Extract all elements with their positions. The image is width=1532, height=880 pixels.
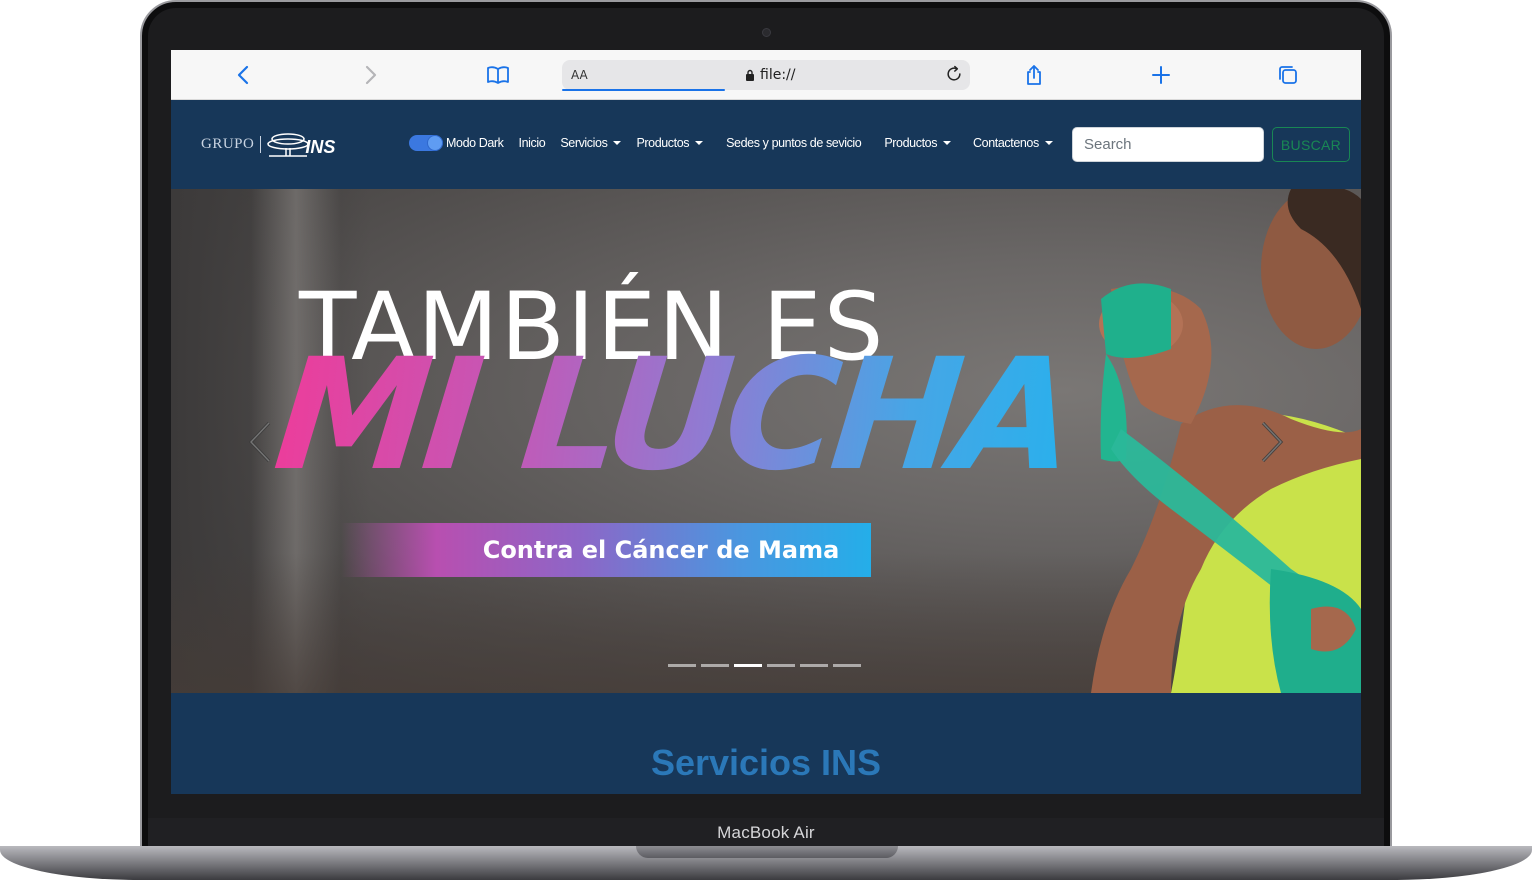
hero-title-line2: MI LUCHA <box>267 326 1079 505</box>
new-tab-icon[interactable] <box>1148 62 1174 88</box>
carousel-indicator-4[interactable] <box>767 664 795 667</box>
nav-contactenos[interactable]: Contactenos <box>973 136 1053 150</box>
nav-contactenos-label: Contactenos <box>973 136 1039 150</box>
services-section: Servicios INS <box>171 693 1361 794</box>
dark-mode-toggle[interactable] <box>409 135 443 151</box>
brand-grupo-text: GRUPO <box>201 135 262 153</box>
nav-inicio-label: Inicio <box>518 136 546 150</box>
url-display: file:// <box>745 67 795 83</box>
url-text: file:// <box>760 67 796 83</box>
lock-icon <box>746 69 754 81</box>
carousel-indicator-2[interactable] <box>701 664 729 667</box>
back-icon[interactable] <box>231 62 257 88</box>
chevron-right-icon <box>1261 421 1284 463</box>
caret-down-icon <box>695 141 704 145</box>
reader-options-button[interactable]: AA <box>571 68 588 82</box>
nav-productos-2-label: Productos <box>884 136 938 150</box>
carousel-indicator-5[interactable] <box>800 664 828 667</box>
hero-banner-text: Contra el Cáncer de Mama <box>482 536 840 564</box>
search-input[interactable] <box>1072 127 1264 162</box>
nav-sedes-label: Sedes y puntos de sevicio <box>726 136 862 150</box>
tabs-overview-icon[interactable] <box>1275 62 1301 88</box>
brand-logo[interactable]: GRUPO INS <box>201 127 335 161</box>
camera-icon <box>762 28 771 37</box>
nav-servicios-label: Servicios <box>560 136 608 150</box>
search-button[interactable]: BUSCAR <box>1272 127 1350 162</box>
device-label: MacBook Air <box>717 823 815 842</box>
toggle-knob <box>428 136 442 150</box>
nav-links: Modo Dark Inicio Servicios Productos Sed… <box>409 135 1068 151</box>
services-title: Servicios INS <box>650 742 882 783</box>
hero-banner: Contra el Cáncer de Mama <box>341 523 871 577</box>
caret-down-icon <box>613 141 622 145</box>
carousel-indicator-1[interactable] <box>668 664 696 667</box>
tree-logo-icon <box>267 133 310 157</box>
carousel-indicator-6[interactable] <box>833 664 861 667</box>
hero-carousel: TAMBIÉN ES MI LUCHA Contra el Cáncer de … <box>171 189 1361 693</box>
forward-icon[interactable] <box>357 62 383 88</box>
address-bar[interactable]: AA file:// <box>562 60 970 91</box>
nav-productos[interactable]: Productos <box>636 136 704 150</box>
reload-icon[interactable] <box>944 64 964 84</box>
browser-toolbar: AA file:// <box>171 50 1361 100</box>
nav-inicio[interactable]: Inicio <box>519 136 546 150</box>
nav-productos-label: Productos <box>636 136 690 150</box>
site-navbar: GRUPO INS Modo Dark Inicio Servicios Pro… <box>171 100 1361 189</box>
nav-sedes[interactable]: Sedes y puntos de sevicio <box>726 136 862 150</box>
brand-ins-text: INS <box>305 137 336 157</box>
dark-mode-label: Modo Dark <box>446 136 504 150</box>
caret-down-icon <box>1044 141 1053 145</box>
carousel-next-button[interactable] <box>1253 419 1289 465</box>
nav-productos-2[interactable]: Productos <box>884 136 952 150</box>
bookmarks-icon[interactable] <box>485 62 511 88</box>
laptop-base-notch <box>636 846 898 858</box>
caret-down-icon <box>943 141 952 145</box>
load-progress <box>562 89 725 91</box>
brand-ins-logo: INS <box>267 130 335 158</box>
screen: AA file:// GRUPO INS Modo Dark Inicio Se… <box>171 50 1361 794</box>
carousel-indicators <box>668 664 861 667</box>
carousel-prev-button[interactable] <box>243 419 279 465</box>
laptop-chin: MacBook Air <box>148 818 1384 848</box>
carousel-indicator-3[interactable] <box>734 664 762 667</box>
share-icon[interactable] <box>1021 62 1047 88</box>
nav-servicios[interactable]: Servicios <box>560 136 622 150</box>
chevron-left-icon <box>248 421 271 463</box>
